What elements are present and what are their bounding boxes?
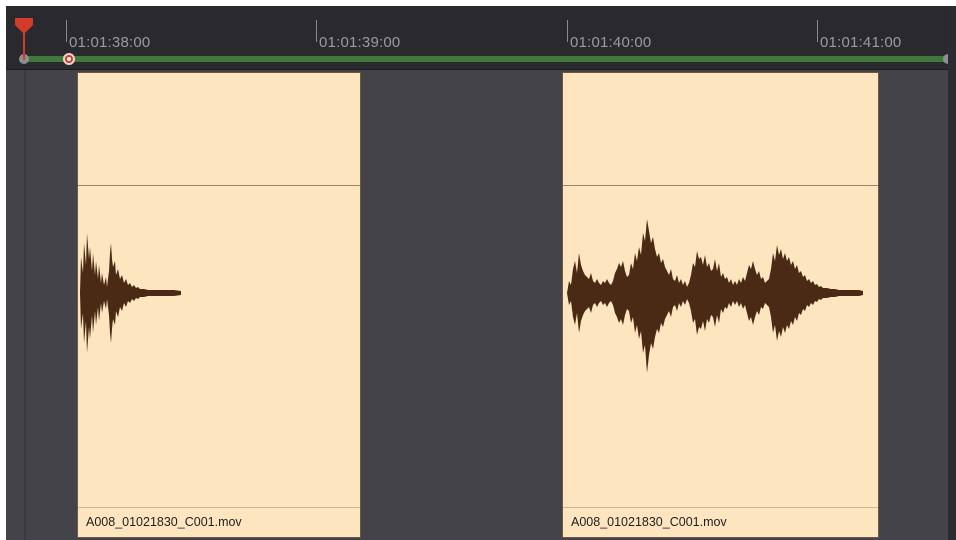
clip-footer-divider [78, 507, 360, 508]
timeline-right-edge [948, 6, 956, 540]
track-stripe [24, 70, 26, 540]
clip-footer-divider [563, 507, 878, 508]
clip-name-label: A008_01021830_C001.mov [571, 515, 727, 529]
waveform [80, 233, 181, 353]
playhead-line[interactable] [23, 30, 25, 60]
clip-name-label: A008_01021830_C001.mov [86, 515, 242, 529]
timecode-label: 01:01:40:00 [570, 34, 652, 51]
audio-track: A008_01021830_C001.mov A008_01021830_C00… [6, 70, 956, 540]
timeline-panel: 01:01:38:00 01:01:39:00 01:01:40:00 01:0… [6, 6, 956, 540]
timecode-label: 01:01:41:00 [820, 34, 902, 51]
clip-divider [563, 185, 878, 186]
timecode-ruler[interactable]: 01:01:38:00 01:01:39:00 01:01:40:00 01:0… [6, 6, 956, 70]
audio-clip[interactable]: A008_01021830_C001.mov [562, 72, 879, 538]
clip-divider [78, 185, 360, 186]
audio-clip[interactable]: A008_01021830_C001.mov [77, 72, 361, 538]
ruler-tick [66, 20, 67, 42]
waveform [567, 219, 863, 373]
render-range-bar [24, 56, 948, 62]
ruler-tick [316, 20, 317, 42]
ruler-tick [567, 20, 568, 42]
timecode-label: 01:01:38:00 [69, 34, 151, 51]
in-point-marker[interactable] [63, 53, 75, 65]
ruler-tick [817, 20, 818, 42]
timecode-label: 01:01:39:00 [319, 34, 401, 51]
